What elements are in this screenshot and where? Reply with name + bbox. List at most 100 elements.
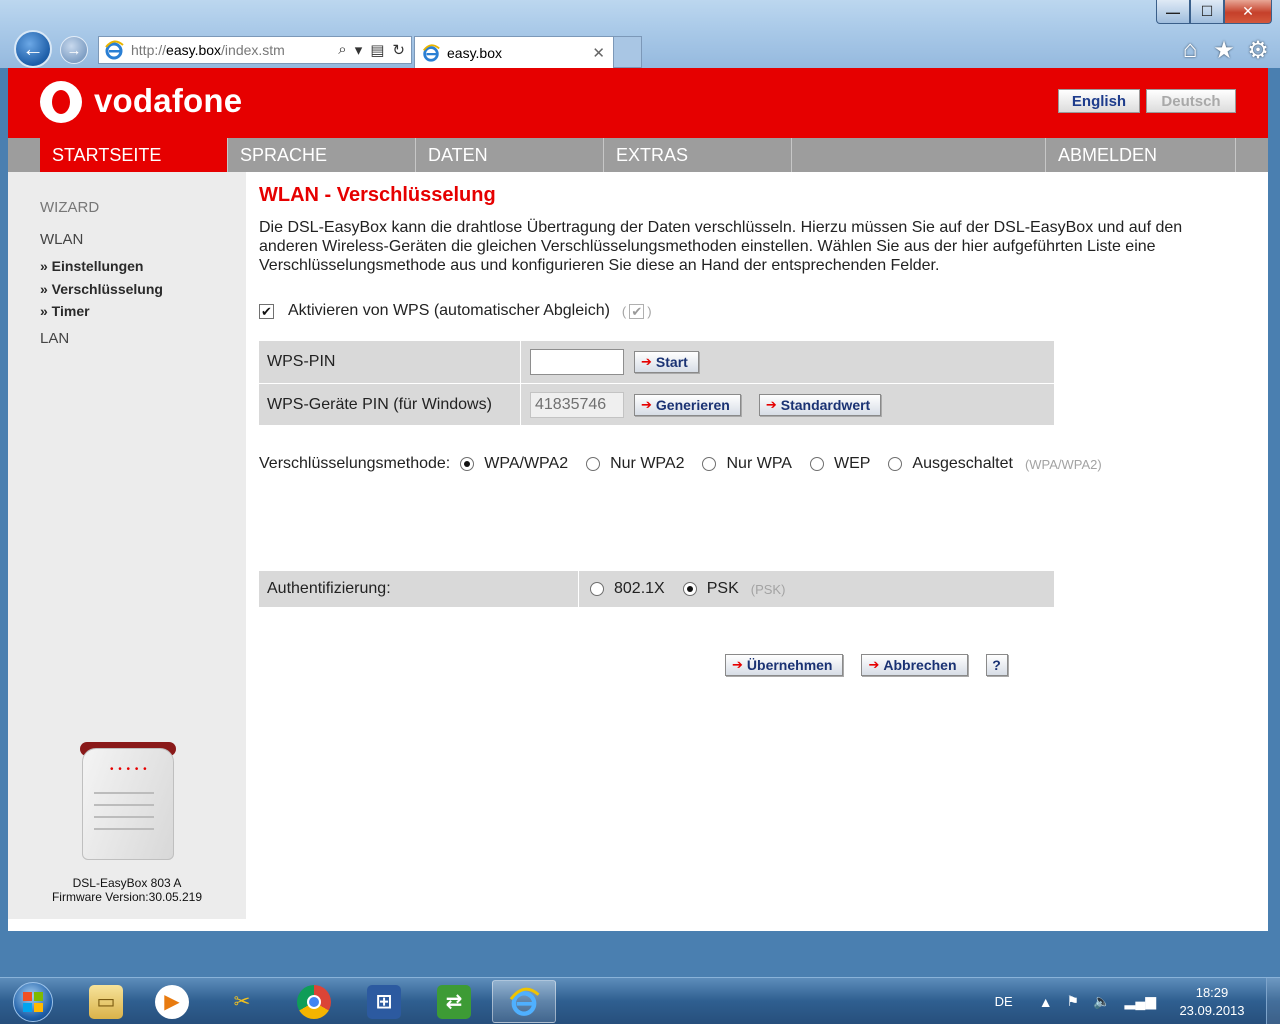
input-language[interactable]: DE [995, 994, 1013, 1009]
default-value-button[interactable]: ➔ Standardwert [758, 393, 882, 416]
nav-startseite[interactable]: STARTSEITE [40, 138, 228, 172]
nav-spacer [792, 138, 1046, 172]
generate-button[interactable]: ➔ Generieren [634, 393, 741, 416]
media-player-icon: ▶ [155, 984, 189, 1019]
taskbar-media-player[interactable]: ▶ [140, 980, 204, 1023]
method-label: Verschlüsselungsmethode: [259, 455, 451, 472]
brand-name: vodafone [94, 82, 243, 119]
volume-icon[interactable]: 🔈 [1093, 993, 1110, 1010]
action-center-flag-icon[interactable]: ⚑ [1067, 993, 1080, 1010]
arrow-right-icon: → [66, 41, 82, 59]
show-desktop-button[interactable] [1266, 978, 1280, 1024]
radio-nur-wpa[interactable] [702, 457, 717, 471]
wps-pin-input[interactable] [530, 349, 624, 375]
taskbar-file-explorer[interactable]: ▭ [74, 980, 138, 1023]
authentication-row: Authentifizierung: 802.1X PSK (PSK) [259, 571, 1054, 607]
internet-explorer-icon [423, 43, 440, 62]
home-icon[interactable]: ⌂ [1178, 36, 1202, 65]
tab-title: easy.box [447, 44, 502, 61]
main-navigation: STARTSEITE SPRACHE DATEN EXTRAS ABMELDEN [8, 138, 1268, 172]
taskbar-chrome[interactable] [282, 980, 346, 1023]
sidebar-subitem-einstellungen[interactable]: » Einstellungen [40, 258, 143, 274]
internet-explorer-icon [507, 985, 541, 1019]
action-buttons: ➔ Übernehmen ➔ Abbrechen ? [725, 654, 1008, 676]
sidebar-item-wlan[interactable]: WLAN [40, 231, 83, 248]
taskbar-internet-explorer[interactable] [492, 980, 556, 1023]
refresh-icon[interactable]: ↻ [392, 41, 405, 59]
settings-gear-icon[interactable]: ⚙ [1246, 36, 1270, 65]
url-path: /index.stm [221, 42, 285, 58]
option-wep-label: WEP [833, 455, 871, 472]
sidebar-item-wizard[interactable]: WIZARD [40, 199, 99, 216]
option-ausgeschaltet-label: Ausgeschaltet [912, 455, 1013, 472]
taskbar-remote-desktop[interactable]: ⇄ [422, 980, 486, 1023]
help-button[interactable]: ? [985, 654, 1008, 676]
start-button[interactable]: ➔ Start [634, 351, 699, 373]
maximize-button[interactable]: ☐ [1190, 0, 1224, 24]
option-8021x-label: 802.1X [614, 580, 665, 597]
vodafone-header: vodafone English Deutsch [8, 68, 1268, 138]
arrow-left-icon: ← [22, 36, 44, 61]
option-nur-wpa2-label: Nur WPA2 [610, 455, 685, 472]
minimize-button[interactable]: — [1156, 0, 1190, 24]
radio-ausgeschaltet[interactable] [888, 457, 903, 471]
option-wpa-wpa2-label: WPA/WPA2 [484, 455, 569, 472]
nav-extras[interactable]: EXTRAS [604, 138, 792, 172]
english-button[interactable]: English [1058, 89, 1140, 113]
url-prefix: http:// [131, 42, 167, 58]
wps-default-hint: (✔) [621, 303, 652, 319]
device-name: DSL-EasyBox 803 A [72, 876, 182, 890]
file-explorer-icon: ▭ [89, 984, 123, 1019]
forward-button[interactable]: → [60, 36, 88, 64]
radio-psk[interactable] [682, 582, 697, 596]
network-signal-icon[interactable]: ▂▄▆ [1125, 993, 1156, 1010]
radio-wep[interactable] [809, 457, 824, 471]
taskbar-tools[interactable]: ✂ [210, 980, 274, 1023]
browser-toolbar-icons: ⌂ ★ ⚙ [1178, 36, 1270, 65]
radio-wpa-wpa2[interactable] [460, 457, 475, 471]
close-tab-icon[interactable]: ✕ [592, 44, 605, 62]
intro-text: Die DSL-EasyBox kann die drahtlose Übert… [259, 219, 1183, 274]
close-window-button[interactable]: ✕ [1224, 0, 1272, 24]
clock[interactable]: 18:29 23.09.2013 [1170, 984, 1254, 1020]
back-button[interactable]: ← [14, 30, 52, 68]
wps-default-checkbox: ✔ [629, 303, 645, 319]
wps-checkbox[interactable]: ✔ [259, 303, 274, 319]
start-button[interactable] [2, 978, 64, 1024]
window-controls: — ☐ ✕ [1156, 0, 1272, 24]
search-icon[interactable]: ⌕ [338, 41, 346, 59]
nav-abmelden[interactable]: ABMELDEN [1046, 138, 1236, 172]
compatibility-view-icon[interactable]: ▤ [370, 41, 384, 59]
arrow-right-icon: ➔ [641, 396, 652, 412]
deutsch-button[interactable]: Deutsch [1146, 89, 1236, 113]
page-viewport: vodafone English Deutsch STARTSEITE SPRA… [8, 68, 1268, 931]
new-tab-button[interactable] [614, 36, 642, 68]
wps-pin-label: WPS-PIN [259, 341, 521, 383]
address-bar[interactable]: http://easy.box/index.stm ⌕ ▾ ▤ ↻ [98, 36, 412, 64]
show-hidden-icons-icon[interactable]: ▲ [1039, 994, 1053, 1010]
taskbar-network[interactable]: ⊞ [352, 980, 416, 1023]
cancel-button[interactable]: ➔ Abbrechen [861, 654, 968, 676]
radio-8021x[interactable] [590, 582, 604, 596]
router-image: • • • • • [78, 742, 178, 867]
favorites-star-icon[interactable]: ★ [1212, 36, 1236, 65]
url-host: easy.box [166, 42, 222, 58]
nav-daten[interactable]: DATEN [416, 138, 604, 172]
dropdown-chevron-icon[interactable]: ▾ [355, 41, 363, 59]
clock-date: 23.09.2013 [1179, 1002, 1245, 1018]
system-tray: DE ▲ ⚑ 🔈 ▂▄▆ 18:29 23.09.2013 [995, 978, 1280, 1024]
apply-button[interactable]: ➔ Übernehmen [725, 654, 844, 676]
browser-tab[interactable]: easy.box ✕ [414, 36, 614, 68]
wps-activation-row: ✔ Aktivieren von WPS (automatischer Abgl… [259, 302, 652, 320]
sidebar-subitem-verschluesselung[interactable]: » Verschlüsselung [40, 281, 163, 297]
wps-label: Aktivieren von WPS (automatischer Abglei… [288, 302, 610, 319]
option-psk-label: PSK [706, 580, 739, 597]
nav-sprache[interactable]: SPRACHE [228, 138, 416, 172]
arrow-right-icon: ➔ [765, 396, 777, 412]
radio-nur-wpa2[interactable] [586, 457, 601, 471]
option-nur-wpa-label: Nur WPA [726, 455, 792, 472]
sidebar-item-lan[interactable]: LAN [40, 330, 69, 347]
encryption-method-row: Verschlüsselungsmethode: WPA/WPA2 Nur WP… [259, 455, 1102, 473]
sidebar-subitem-timer[interactable]: » Timer [40, 303, 90, 319]
device-pin-field: 41835746 [530, 391, 624, 418]
